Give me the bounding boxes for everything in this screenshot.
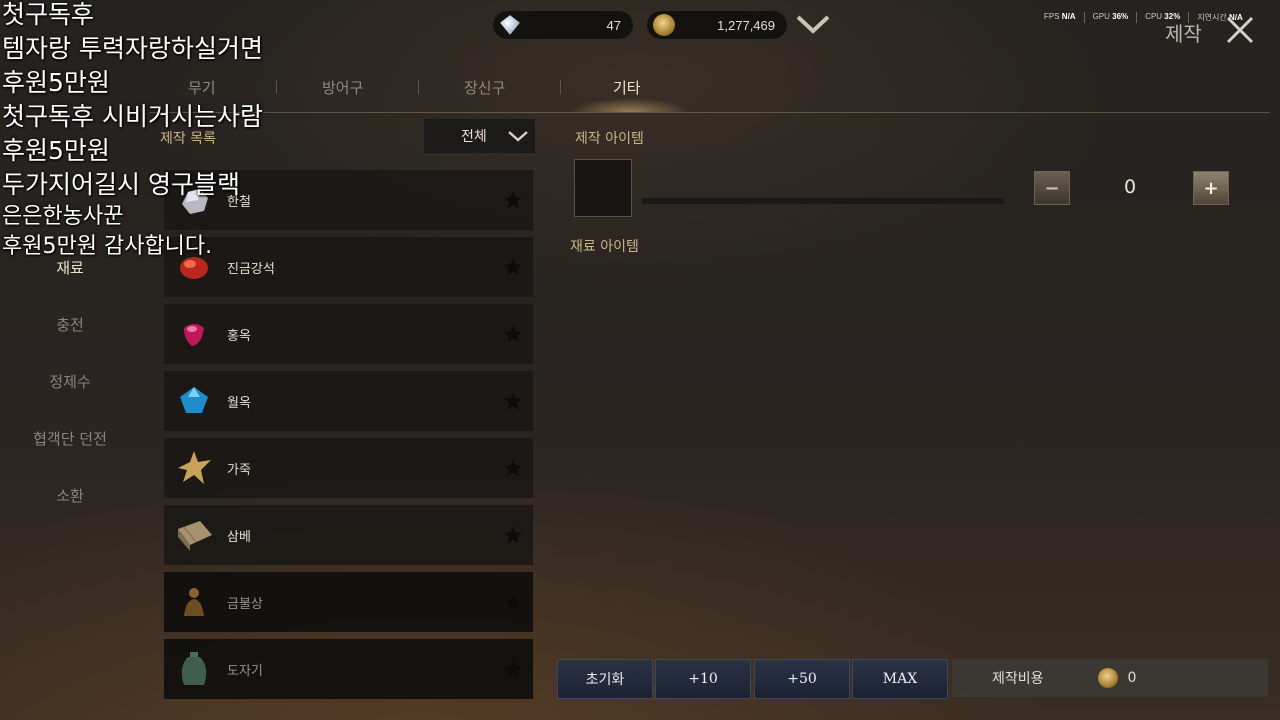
increase-quantity-button[interactable]: + <box>1193 171 1229 205</box>
tab-divider <box>560 80 561 94</box>
craft-cost-value: 0 <box>1127 670 1137 686</box>
reset-button[interactable]: 초기화 <box>557 659 653 699</box>
stream-overlay-notice: 첫구독후 템자랑 투력자랑하실거면 후원5만원 첫구독후 시비거시는사람 후원5… <box>2 0 263 262</box>
gem-count: 47 <box>606 17 621 33</box>
favorite-star-icon[interactable] <box>503 391 523 411</box>
overlay-line: 후원5만원 <box>2 68 110 97</box>
coin-icon <box>653 14 675 36</box>
gold-count: 1,277,469 <box>717 17 775 33</box>
gem-currency: 47 <box>493 11 633 39</box>
item-name: 홍옥 <box>227 329 251 344</box>
tab-etc[interactable]: 기타 <box>613 77 641 98</box>
filter-value: 전체 <box>461 129 487 145</box>
overlay-line: 첫구독후 <box>2 0 95 29</box>
list-item[interactable]: 삼베 <box>164 505 533 565</box>
overlay-line: 템자랑 투력자랑하실거면 <box>2 34 263 63</box>
craft-cost-panel: 제작비용 0 <box>952 659 1268 697</box>
tab-divider <box>276 80 277 94</box>
performance-stats: FPS N/A GPU 36% CPU 32% 지연시간 N/A <box>1036 12 1251 23</box>
nav-item-guild-dungeon[interactable]: 협객단 던전 <box>0 428 140 449</box>
favorite-star-icon[interactable] <box>503 659 523 679</box>
item-name: 월옥 <box>227 396 251 411</box>
page-title: 제작 <box>1165 22 1202 46</box>
craft-item-title: 제작 아이템 <box>575 131 644 147</box>
tab-divider <box>418 80 419 94</box>
tab-armor[interactable]: 방어구 <box>322 77 363 98</box>
nav-item-refined-water[interactable]: 정제수 <box>0 371 140 392</box>
favorite-star-icon[interactable] <box>503 324 523 344</box>
porcelain-vase-icon <box>181 652 207 685</box>
overlay-line: 후원5만원 <box>2 136 110 165</box>
filter-dropdown[interactable]: 전체 <box>424 119 535 153</box>
nav-item-charge[interactable]: 충전 <box>0 314 140 335</box>
overlay-line: 후원5만원 감사합니다. <box>2 234 213 259</box>
favorite-star-icon[interactable] <box>503 257 523 277</box>
favorite-star-icon[interactable] <box>503 458 523 478</box>
gold-currency: 1,277,469 <box>647 11 787 39</box>
active-tab-indicator <box>570 98 690 112</box>
close-icon[interactable] <box>1224 14 1256 46</box>
chevron-down-icon <box>508 131 528 142</box>
craft-item-slot[interactable] <box>574 159 632 217</box>
max-button[interactable]: MAX <box>852 659 948 699</box>
diamond-icon <box>500 15 520 35</box>
quantity-value: 0 <box>1123 176 1137 198</box>
sapphire-icon <box>180 387 208 413</box>
item-name: 삼베 <box>227 530 251 545</box>
favorite-star-icon[interactable] <box>503 190 523 210</box>
tab-accessory[interactable]: 장신구 <box>464 77 505 98</box>
tabs-underline <box>150 112 1270 113</box>
coin-icon <box>1097 668 1118 688</box>
favorite-star-icon[interactable] <box>503 592 523 612</box>
hemp-cloth-icon <box>178 521 212 551</box>
favorite-star-icon[interactable] <box>503 525 523 545</box>
material-item-title: 재료 아이템 <box>570 239 639 255</box>
plus-10-button[interactable]: +10 <box>655 659 751 699</box>
overlay-line: 첫구독후 시비거시는사람 <box>2 102 263 131</box>
leather-icon <box>178 451 211 484</box>
item-name: 금불상 <box>227 597 263 612</box>
plus-50-button[interactable]: +50 <box>754 659 850 699</box>
gold-buddha-icon <box>184 588 204 616</box>
nav-item-summon[interactable]: 소환 <box>0 485 140 506</box>
ruby-icon <box>184 324 204 346</box>
decrease-quantity-button[interactable]: − <box>1034 171 1070 205</box>
list-item[interactable]: 월옥 <box>164 371 533 431</box>
category-tabs: 무기 방어구 장신구 기타 <box>140 70 1270 112</box>
expand-currency-chevron-icon[interactable] <box>796 12 830 36</box>
item-name: 도자기 <box>227 664 263 679</box>
item-name: 가죽 <box>227 463 251 478</box>
craft-cost-label: 제작비용 <box>992 671 1044 687</box>
list-item[interactable]: 도자기 <box>164 639 533 699</box>
overlay-line: 두가지어길시 영구블랙 <box>2 170 240 199</box>
list-item[interactable]: 금불상 <box>164 572 533 632</box>
overlay-line: 은은한농사꾼 <box>2 204 124 229</box>
list-item[interactable]: 홍옥 <box>164 304 533 364</box>
craft-quantity-slider[interactable] <box>642 198 1004 204</box>
list-item[interactable]: 가죽 <box>164 438 533 498</box>
